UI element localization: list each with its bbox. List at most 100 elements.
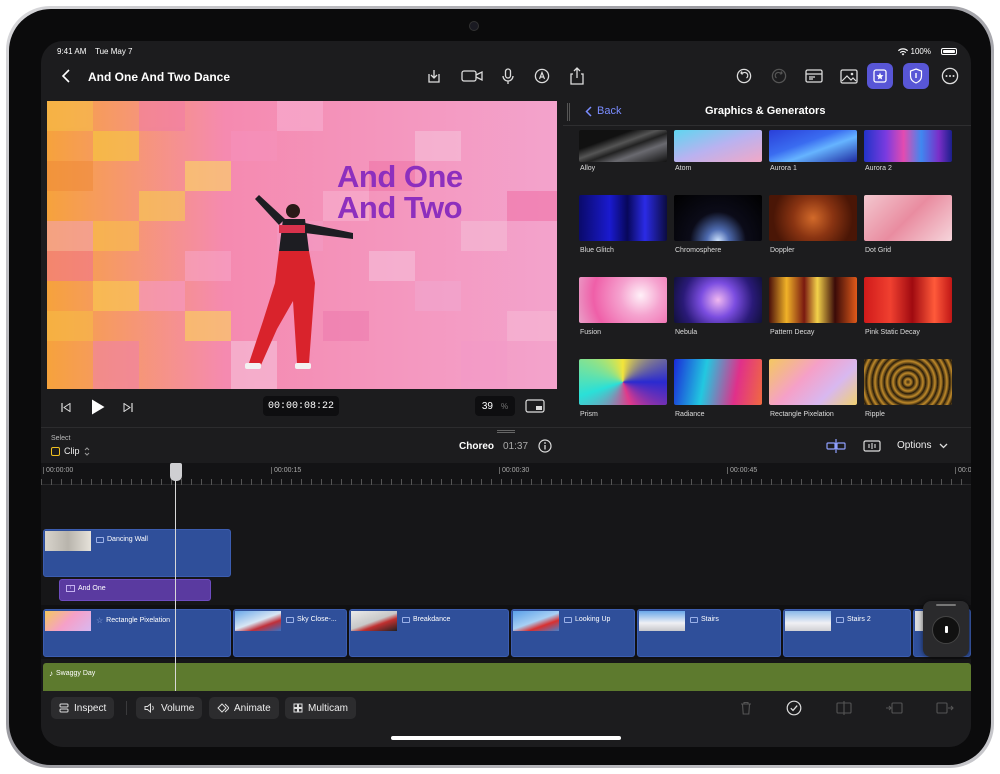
panel-resize-handle[interactable] bbox=[567, 103, 570, 121]
zoom-field[interactable]: 39% bbox=[475, 396, 515, 416]
skip-forward-button[interactable] bbox=[119, 399, 137, 415]
jog-wheel[interactable] bbox=[923, 601, 969, 657]
project-name: Choreo bbox=[459, 441, 494, 452]
jog-dial[interactable] bbox=[932, 616, 960, 644]
generator-thumb-alloy[interactable] bbox=[579, 130, 667, 162]
split-button[interactable] bbox=[835, 699, 853, 717]
clip-mode-icon bbox=[51, 446, 60, 456]
generator-thumb-dot-grid[interactable] bbox=[864, 195, 952, 241]
browser-back-button[interactable]: Back bbox=[585, 105, 621, 117]
zoom-value: 39 bbox=[481, 400, 493, 412]
generator-label-blue-glitch: Blue Glitch bbox=[580, 247, 614, 254]
redo-icon bbox=[771, 68, 787, 84]
front-camera bbox=[469, 21, 479, 31]
viewer-layout-button[interactable] bbox=[801, 63, 827, 89]
generator-thumb-aurora1[interactable] bbox=[769, 130, 857, 162]
generator-label-aurora1: Aurora 1 bbox=[770, 165, 797, 172]
timeline-resize-handle[interactable] bbox=[497, 430, 515, 433]
generator-thumb-radiance[interactable] bbox=[674, 359, 762, 405]
share-button[interactable] bbox=[564, 63, 590, 89]
multicam-label: Multicam bbox=[308, 702, 349, 714]
replace-icon bbox=[936, 702, 954, 714]
playhead-handle[interactable] bbox=[170, 463, 182, 481]
multicam-button[interactable]: Multicam bbox=[285, 697, 357, 719]
generator-thumb-prism[interactable] bbox=[579, 359, 667, 405]
import-button[interactable] bbox=[421, 63, 447, 89]
clip-title-and-one[interactable]: T And One bbox=[59, 579, 211, 601]
redo-button[interactable] bbox=[766, 63, 792, 89]
inspector-button[interactable] bbox=[903, 63, 929, 89]
video-clip-icon bbox=[690, 616, 698, 623]
generator-thumb-blue-glitch[interactable] bbox=[579, 195, 667, 241]
layout-icon bbox=[805, 69, 823, 83]
delete-button[interactable] bbox=[737, 699, 755, 717]
play-button[interactable] bbox=[87, 397, 109, 417]
photos-button[interactable] bbox=[836, 63, 862, 89]
done-button[interactable] bbox=[785, 699, 803, 717]
back-button[interactable] bbox=[53, 63, 79, 89]
generator-thumb-chromosphere[interactable] bbox=[674, 195, 762, 241]
project-info-button[interactable] bbox=[537, 438, 553, 454]
skip-forward-icon bbox=[123, 402, 133, 412]
generator-label-radiance: Radiance bbox=[675, 411, 705, 418]
detach-audio-button[interactable] bbox=[885, 699, 903, 717]
generator-label-doppler: Doppler bbox=[770, 247, 795, 254]
generator-thumb-pattern-decay[interactable] bbox=[769, 277, 857, 323]
generator-thumb-rectangle-pixelation[interactable] bbox=[769, 359, 857, 405]
timecode-display[interactable]: 00:00:08:22 bbox=[263, 396, 339, 416]
undo-icon bbox=[736, 68, 752, 84]
status-right: 100% bbox=[897, 47, 931, 56]
fullscreen-button[interactable] bbox=[523, 396, 547, 416]
generator-thumb-aurora2[interactable] bbox=[864, 130, 952, 162]
options-button[interactable]: Options bbox=[897, 440, 948, 451]
timeline: Select Clip Choreo 01:37 Options 00:00:0… bbox=[41, 427, 971, 713]
audio-clip-header: ♪ Swaggy Day bbox=[49, 669, 95, 678]
ruler-label: 00:00:30 bbox=[499, 467, 529, 474]
viewer[interactable]: And One And Two bbox=[47, 101, 557, 389]
generator-thumb-pink-static-decay[interactable] bbox=[864, 277, 952, 323]
generator-label-dot-grid: Dot Grid bbox=[865, 247, 892, 254]
generator-thumb-nebula[interactable] bbox=[674, 277, 762, 323]
status-date: Tue May 7 bbox=[95, 47, 133, 56]
storyline-clip[interactable]: Breakdance bbox=[349, 609, 509, 657]
browser-button[interactable] bbox=[867, 63, 893, 89]
storyline-clip[interactable]: ☆ Rectangle Pixelation bbox=[43, 609, 231, 657]
camera-button[interactable] bbox=[457, 63, 487, 89]
storyline-clip[interactable]: Sky Close-... bbox=[233, 609, 347, 657]
voiceover-button[interactable] bbox=[495, 63, 521, 89]
storyline-clip[interactable]: Stairs bbox=[637, 609, 781, 657]
status-time: 9:41 AM bbox=[57, 47, 87, 56]
browser-divider bbox=[563, 125, 971, 126]
app-screen: 9:41 AM Tue May 7 100% And One And Two D… bbox=[41, 41, 971, 747]
generator-label-pattern-decay: Pattern Decay bbox=[770, 329, 815, 336]
animate-label: Animate bbox=[234, 702, 271, 714]
title-clip-icon: T bbox=[66, 585, 75, 592]
storyline-clip[interactable]: Stairs 2 bbox=[783, 609, 911, 657]
selection-mode-button[interactable]: Clip bbox=[51, 446, 90, 456]
generator-thumb-fusion[interactable] bbox=[579, 277, 667, 323]
zoom-unit: % bbox=[501, 401, 509, 411]
generator-thumb-ripple[interactable] bbox=[864, 359, 952, 405]
more-button[interactable] bbox=[937, 63, 963, 89]
chevron-updown-icon bbox=[84, 446, 89, 456]
video-camera-icon bbox=[461, 70, 483, 82]
volume-button[interactable]: Volume bbox=[136, 697, 203, 719]
trash-icon bbox=[741, 701, 751, 715]
skimming-button[interactable] bbox=[861, 437, 883, 455]
video-clip-icon bbox=[836, 616, 844, 623]
home-indicator[interactable] bbox=[391, 736, 621, 740]
replace-button[interactable] bbox=[935, 699, 955, 717]
clip-dancing-wall[interactable]: Dancing Wall bbox=[43, 529, 231, 577]
detach-icon bbox=[886, 702, 903, 714]
live-drawing-button[interactable] bbox=[529, 63, 555, 89]
snapping-icon bbox=[826, 439, 846, 453]
generator-thumb-doppler[interactable] bbox=[769, 195, 857, 241]
generator-thumb-atom[interactable] bbox=[674, 130, 762, 162]
inspect-button[interactable]: Inspect bbox=[51, 697, 115, 719]
storyline-clip[interactable]: Looking Up bbox=[511, 609, 635, 657]
clip-label: Stairs bbox=[701, 616, 719, 623]
snapping-button[interactable] bbox=[825, 437, 847, 455]
skip-back-button[interactable] bbox=[57, 399, 75, 415]
undo-button[interactable] bbox=[731, 63, 757, 89]
animate-button[interactable]: Animate bbox=[209, 697, 279, 719]
